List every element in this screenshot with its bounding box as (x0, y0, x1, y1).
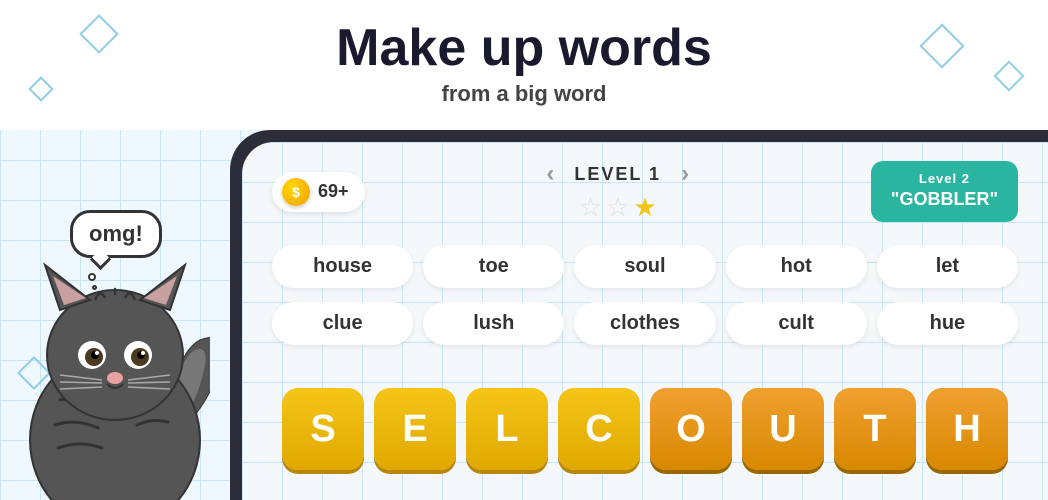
cat-container: omg! (0, 130, 240, 500)
tile-H[interactable]: H (926, 388, 1008, 470)
tile-L[interactable]: L (466, 388, 548, 470)
word-soul[interactable]: soul (574, 245, 715, 288)
word-let[interactable]: let (877, 245, 1018, 288)
star-2: ☆ (606, 192, 629, 223)
word-toe[interactable]: toe (423, 245, 564, 288)
level2-word: "GOBBLER" (891, 188, 998, 211)
coins-badge: $ 69+ (272, 172, 365, 212)
word-cult[interactable]: cult (726, 302, 867, 345)
sub-title: from a big word (0, 81, 1048, 107)
level-nav: ‹ LEVEL 1 › (546, 160, 689, 188)
word-clothes[interactable]: clothes (574, 302, 715, 345)
word-lush[interactable]: lush (423, 302, 564, 345)
tile-E[interactable]: E (374, 388, 456, 470)
level2-badge[interactable]: Level 2 "GOBBLER" (871, 161, 1018, 221)
title-section: Make up words from a big word (0, 20, 1048, 107)
star-3: ★ (633, 192, 656, 223)
tile-O[interactable]: O (650, 388, 732, 470)
letters-row: S E L C O U T H (272, 388, 1018, 470)
game-container: $ 69+ ‹ LEVEL 1 › ☆ ☆ ★ Level 2 "GOB (230, 130, 1048, 500)
star-1: ☆ (579, 192, 602, 223)
main-title: Make up words (0, 20, 1048, 77)
word-hot[interactable]: hot (726, 245, 867, 288)
level2-label: Level 2 (891, 171, 998, 188)
word-clue[interactable]: clue (272, 302, 413, 345)
nav-right-arrow[interactable]: › (681, 160, 689, 188)
bubble-dots (88, 273, 97, 290)
speech-bubble: omg! (70, 210, 162, 258)
tile-U[interactable]: U (742, 388, 824, 470)
word-hue[interactable]: hue (877, 302, 1018, 345)
tile-T[interactable]: T (834, 388, 916, 470)
game-header: $ 69+ ‹ LEVEL 1 › ☆ ☆ ★ Level 2 "GOB (242, 142, 1048, 235)
words-grid: house toe soul hot let clue lush clothes (242, 235, 1048, 365)
bubble-dot-1 (88, 273, 96, 281)
coin-icon: $ (282, 178, 310, 206)
bubble-dot-2 (92, 285, 97, 290)
word-house[interactable]: house (272, 245, 413, 288)
level-center: ‹ LEVEL 1 › ☆ ☆ ★ (546, 160, 689, 223)
stars-row: ☆ ☆ ★ (579, 192, 657, 223)
tile-S[interactable]: S (282, 388, 364, 470)
nav-left-arrow[interactable]: ‹ (546, 160, 554, 188)
tile-C[interactable]: C (558, 388, 640, 470)
coins-text: 69+ (318, 181, 349, 202)
level-title: LEVEL 1 (574, 164, 661, 185)
game-inner: $ 69+ ‹ LEVEL 1 › ☆ ☆ ★ Level 2 "GOB (242, 142, 1048, 500)
